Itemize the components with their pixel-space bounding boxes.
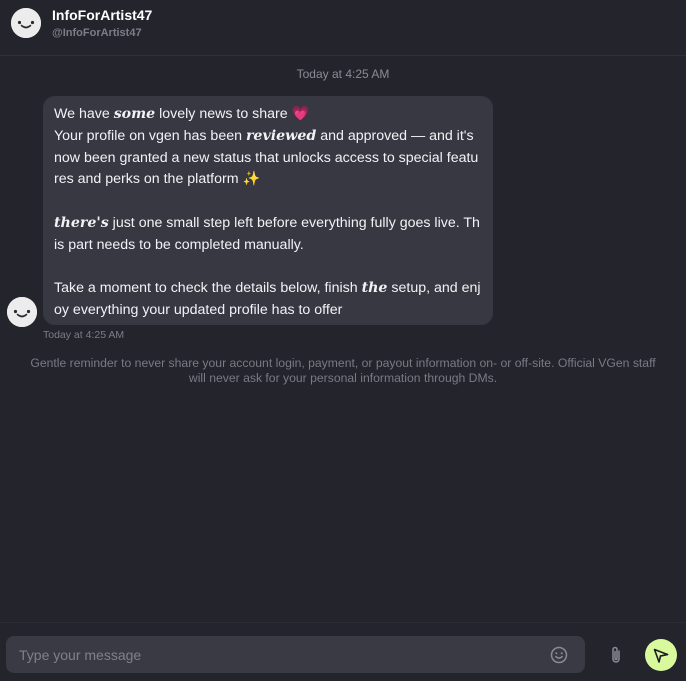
smile-face-icon (11, 8, 41, 38)
send-icon (653, 648, 669, 663)
message-text: lovely news to share 💗 (155, 106, 310, 122)
sender-avatar[interactable] (7, 297, 37, 327)
message-paragraph-2: Your profile on vgen has been reviewed a… (54, 126, 482, 191)
send-button[interactable] (645, 639, 677, 671)
contact-handle: @InfoForArtist47 (52, 27, 142, 39)
day-timestamp: Today at 4:25 AM (296, 67, 390, 81)
smile-face-icon (7, 297, 37, 327)
message-paragraph-3: there's just one small step left before … (54, 213, 482, 257)
message-bubble: We have some lovely news to share 💗 Your… (43, 96, 493, 325)
emoji-icon (550, 646, 568, 664)
message-text: just one small step left before everythi… (54, 214, 480, 253)
message-text: Your profile on vgen has been (54, 127, 246, 144)
contact-name: InfoForArtist47 (52, 7, 153, 23)
message-emphasis: some (113, 106, 156, 122)
chat-header: InfoForArtist47 @InfoForArtist47 (0, 0, 686, 56)
message-emphasis: the (361, 280, 388, 297)
attach-button[interactable] (606, 644, 626, 666)
safety-reminder: Gentle reminder to never share your acco… (30, 356, 656, 385)
header-avatar[interactable] (11, 8, 41, 38)
message-timestamp: Today at 4:25 AM (43, 329, 125, 341)
message-emphasis: there's (54, 214, 109, 231)
header-name-block[interactable]: InfoForArtist47 @InfoForArtist47 (52, 7, 152, 40)
message-text: Take a moment to check the details below… (54, 280, 362, 297)
message-emphasis: reviewed (245, 127, 317, 144)
message-input[interactable] (6, 636, 585, 673)
paperclip-icon (612, 646, 620, 663)
message-line-1: We have some lovely news to share 💗 (54, 104, 482, 126)
message-paragraph-4: Take a moment to check the details below… (54, 278, 482, 322)
emoji-button[interactable] (549, 645, 569, 665)
message-text: We have (54, 106, 114, 122)
